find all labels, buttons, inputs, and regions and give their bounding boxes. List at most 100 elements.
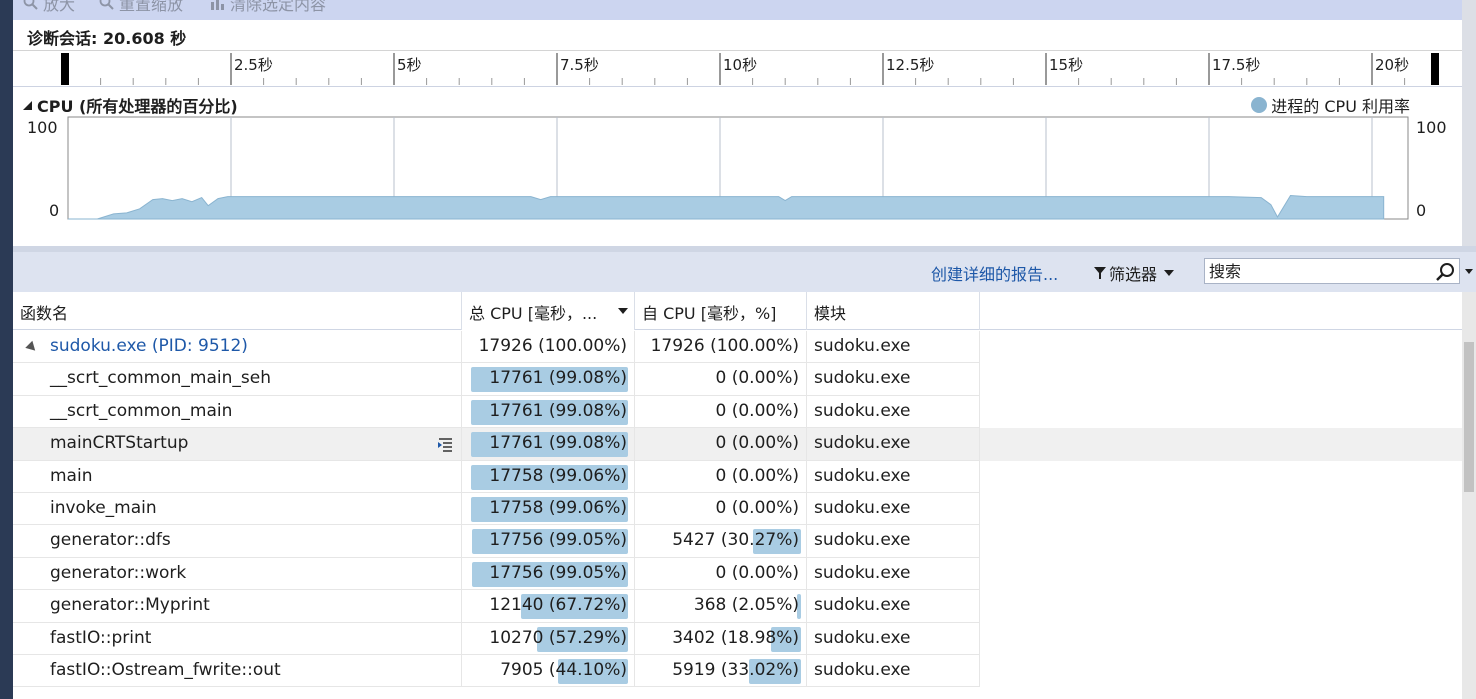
module-cell: sudoku.exe [807,655,980,688]
ruler-tick-label: 15秒 [1049,56,1084,74]
module-cell: sudoku.exe [807,590,980,623]
self-cpu-value: 368 (2.05%) [693,595,799,616]
self-cpu-cell: 17926 (100.00%) [635,331,807,364]
reset-zoom-button[interactable]: 重置缩放 [99,0,183,15]
table-row[interactable]: generator::Myprint 12140 (67.72%) 368 (2.0… [13,590,1462,623]
column-header-module[interactable]: 模块 [807,292,980,330]
table-row[interactable]: main 17758 (99.06%) 0 (0.00%) sudoku.exe [13,460,1462,493]
total-cpu-cell: 12140 (67.72%) [462,590,635,623]
column-header-total-cpu[interactable]: 总 CPU [毫秒，... [462,292,635,330]
function-name-cell: invoke_main [13,493,462,526]
column-header-self-cpu[interactable]: 自 CPU [毫秒，%] [635,292,807,330]
upper-scrollbar[interactable] [1462,0,1476,248]
total-cpu-value: 17758 (99.06%) [489,465,627,486]
function-name: main [50,465,93,486]
self-cpu-cell: 368 (2.05%) [635,590,807,623]
total-cpu-cell: 17756 (99.05%) [462,557,635,591]
ruler-tick-label: 12.5秒 [886,56,935,74]
self-cpu-value: 0 (0.00%) [715,465,800,486]
cpu-graph-legend: 进程的 CPU 利用率 [1251,93,1410,117]
cpu-graph-title: CPU (所有处理器的百分比) [37,97,238,116]
self-cpu-value: 0 (0.00%) [715,498,800,518]
module-cell: sudoku.exe [807,395,980,429]
function-name-cell: main [13,460,462,493]
show-hot-path-icon[interactable] [438,436,454,452]
column-header-function-name[interactable]: 函数名 [13,292,462,330]
zoom-in-button[interactable]: 放大 [23,0,75,15]
table-row[interactable]: invoke_main 17758 (99.06%) 0 (0.00%) sudoku… [13,493,1462,526]
self-cpu-cell: 0 (0.00%) [635,428,807,461]
search-options-button[interactable] [1462,258,1476,284]
ruler-tick-label: 5秒 [397,56,422,74]
funnel-icon [1094,267,1106,279]
function-name-cell: fastIO::print [13,622,462,655]
total-cpu-value: 17756 (99.05%) [489,562,627,583]
total-cpu-cell: 17761 (99.08%) [462,395,635,429]
module-cell: sudoku.exe [807,363,980,396]
table-row[interactable]: fastIO::print 10270 (57.29%) 3402 (18.98%)… [13,622,1462,655]
function-name-cell: mainCRTStartup [13,428,462,461]
function-name-cell: __scrt_common_main_seh [13,363,462,396]
cpu-graph-header[interactable]: CPU (所有处理器的百分比) [21,93,238,117]
table-scrollbar-thumb[interactable] [1464,342,1474,492]
y-axis-max-left: 100 [27,118,58,137]
total-cpu-cell: 17926 (100.00%) [462,331,635,364]
expand-collapse-icon[interactable] [25,340,39,355]
module-cell: sudoku.exe [807,557,980,591]
module-cell: sudoku.exe [807,428,980,461]
total-cpu-value: 17761 (99.08%) [489,400,627,421]
function-name-cell: generator::work [13,557,462,591]
ruler-right-edge-marker[interactable] [1431,53,1439,85]
self-cpu-value: 5427 (30.27%) [672,530,799,551]
filter-dropdown-button[interactable]: 筛选器 [1093,261,1175,285]
self-cpu-value: 3402 (18.98%) [672,627,799,648]
cpu-usage-area [68,194,1385,220]
module-cell: sudoku.exe [807,525,980,558]
total-cpu-value: 17756 (99.05%) [489,530,627,551]
table-row[interactable]: sudoku.exe (PID: 9512) 17926 (100.00%) 179… [13,331,1462,364]
table-header: 函数名 总 CPU [毫秒，... 自 CPU [毫秒，%] 模块 [13,292,1462,330]
table-row[interactable]: generator::dfs 17756 (99.05%) 5427 (30.27%… [13,525,1462,558]
ruler-tick-label: 7.5秒 [560,56,599,74]
self-cpu-cell: 0 (0.00%) [635,460,807,493]
table-row[interactable]: generator::work 17756 (99.05%) 0 (0.00%) su… [13,557,1462,591]
function-name: sudoku.exe (PID: 9512) [50,336,248,356]
search-input[interactable] [1209,261,1429,281]
table-row[interactable]: __scrt_common_main_seh 17761 (99.08%) 0 (0… [13,363,1462,396]
clear-selection-label: 清除选定内容 [230,0,327,14]
search-icon[interactable] [1435,262,1455,282]
self-cpu-value: 0 (0.00%) [715,562,800,583]
timeline-ruler[interactable]: 2.5秒 5秒 7.5秒 10秒 12.5秒 15秒 17.5秒 20秒 [13,50,1462,86]
function-name: __scrt_common_main [50,400,233,421]
total-cpu-cell: 7905 (44.10%) [462,655,635,688]
zoom-in-label: 放大 [43,0,76,14]
collapse-triangle-icon[interactable] [21,99,33,111]
total-cpu-value: 17761 (99.08%) [489,433,627,454]
column-header-total-cpu-label: 总 CPU [毫秒，... [469,304,598,323]
cpu-graph-panel: CPU (所有处理器的百分比) 进程的 CPU 利用率 100 0 100 0 [13,86,1462,246]
total-cpu-value: 10270 (57.29%) [489,627,627,648]
self-cpu-cell: 0 (0.00%) [635,363,807,396]
self-cpu-value: 5919 (33.02%) [672,660,799,680]
filter-label: 筛选器 [1109,265,1158,284]
ruler-left-edge-marker[interactable] [61,53,69,85]
ruler-tick-label: 20秒 [1375,56,1410,74]
search-box[interactable] [1204,258,1460,284]
table-row[interactable]: __scrt_common_main 17761 (99.08%) 0 (0.00%… [13,395,1462,429]
legend-label: 进程的 CPU 利用率 [1271,97,1410,116]
reset-zoom-label: 重置缩放 [119,0,184,14]
total-cpu-cell: 17761 (99.08%) [462,428,635,461]
table-scrollbar[interactable] [1462,292,1476,699]
self-cpu-cell: 3402 (18.98%) [635,622,807,655]
toolbar: 放大 重置缩放 清除选定内容 [13,0,1462,20]
total-cpu-cell: 17758 (99.06%) [462,460,635,493]
function-name: fastIO::print [50,627,152,648]
total-cpu-cell: 17758 (99.06%) [462,493,635,526]
create-report-link[interactable]: 创建详细的报告... [931,261,1058,285]
clear-selection-button[interactable]: 清除选定内容 [210,0,326,15]
function-name: mainCRTStartup [50,433,189,454]
table-row[interactable]: mainCRTStartup 17761 (99.08%) 0 (0.00%) sud… [13,428,1462,461]
total-cpu-value: 17761 (99.08%) [489,368,627,389]
table-row[interactable]: fastIO::Ostream_fwrite::out 7905 (44.10%)… [13,655,1462,688]
module-cell: sudoku.exe [807,331,980,364]
